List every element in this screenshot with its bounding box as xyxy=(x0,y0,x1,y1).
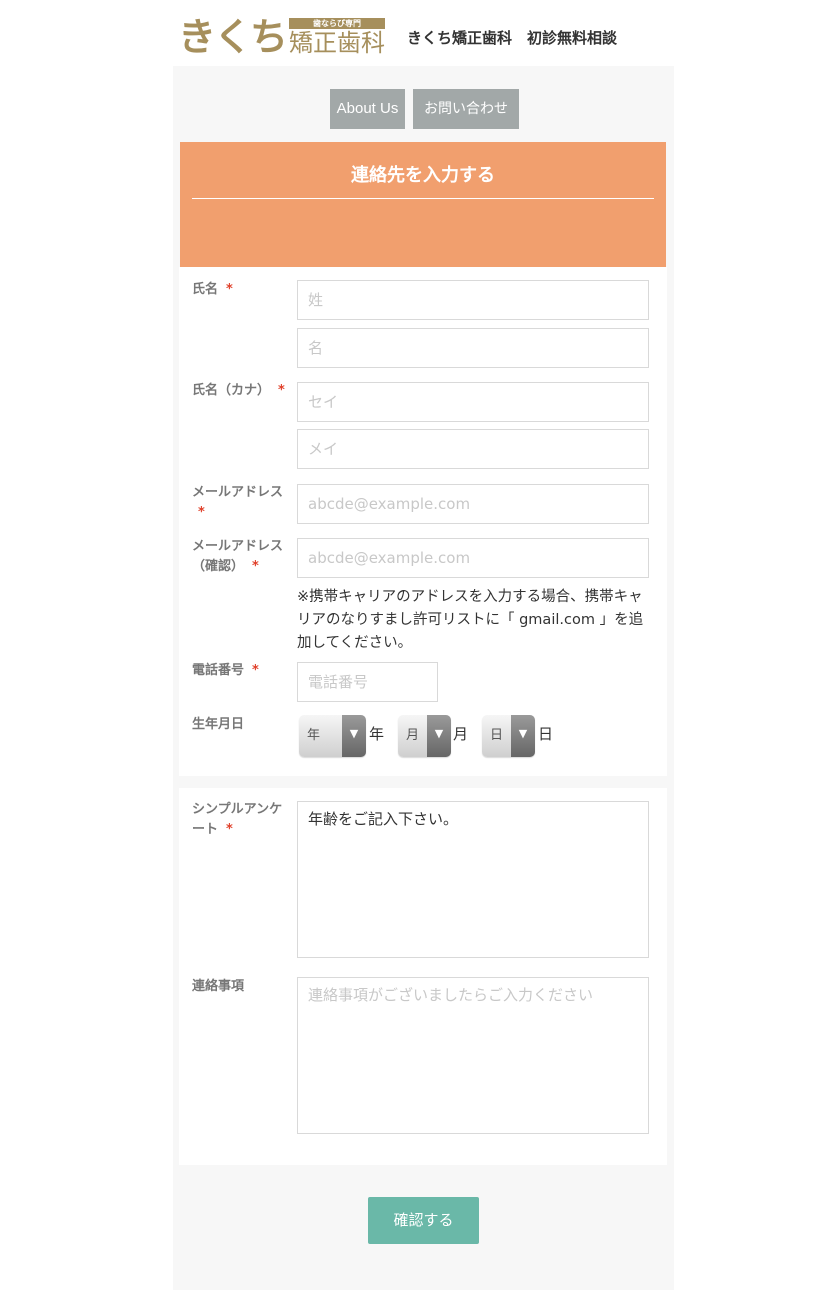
birthday-label: 生年月日 xyxy=(192,717,245,732)
kana-label: 氏名（カナ） * xyxy=(192,381,285,401)
logo-sub-text: 矯正歯科 xyxy=(289,29,385,57)
email-input[interactable]: abcde@example.com xyxy=(297,484,649,524)
about-us-button[interactable]: About Us xyxy=(330,89,405,129)
survey-label: シンプルアンケ ート * xyxy=(192,800,292,840)
required-mark: * xyxy=(252,559,259,574)
birth-month-unit: 月 xyxy=(453,725,469,743)
survey-textarea[interactable]: 年齢をご記入下さい。 xyxy=(297,801,649,958)
name-label-text: 氏名 xyxy=(192,282,219,297)
birth-day-value: 日 xyxy=(490,728,504,743)
logo-main-text: きくち xyxy=(178,15,288,59)
required-mark: * xyxy=(252,663,259,678)
section-banner: 連絡先を入力する xyxy=(180,142,666,267)
birth-month-value: 月 xyxy=(406,728,420,743)
phone-label-text: 電話番号 xyxy=(192,663,245,678)
required-mark: * xyxy=(278,383,285,398)
contact-info-card: 氏名 * 姓 名 氏名（カナ） * セイ メイ メールアドレス * abcde@ex… xyxy=(179,267,667,776)
birth-year-unit: 年 xyxy=(369,725,385,743)
contact-notes-label: 連絡事項 xyxy=(192,979,245,994)
email-confirm-label-text: メールアドレス xyxy=(192,539,284,554)
site-header: きくち 歯ならび専門 矯正歯科 きくち矯正歯科 初診無料相談 xyxy=(0,0,828,66)
form-page: About Us お問い合わせ 連絡先を入力する 氏名 * 姓 名 氏名（カナ） *… xyxy=(173,66,674,1290)
survey-label-text: シンプルアンケ xyxy=(192,802,283,817)
banner-divider xyxy=(192,198,654,199)
last-name-input[interactable]: 姓 xyxy=(297,280,649,320)
logo[interactable]: きくち 歯ならび専門 矯正歯科 xyxy=(178,16,388,58)
email-confirm-label: メールアドレス （確認） * xyxy=(192,537,292,577)
logo-tagline: 歯ならび専門 xyxy=(289,18,385,29)
required-mark: * xyxy=(226,282,233,297)
chevron-down-icon: ▼ xyxy=(342,715,366,757)
birth-day-select[interactable]: 日 ▼ xyxy=(482,715,535,757)
nav-bar: About Us お問い合わせ xyxy=(173,89,674,129)
required-mark: * xyxy=(198,505,205,520)
email-confirm-label-text-2: （確認） xyxy=(192,559,245,574)
email-label: メールアドレス * xyxy=(192,483,292,523)
survey-label-text-2: ート xyxy=(192,822,219,837)
birth-month-select[interactable]: 月 ▼ xyxy=(398,715,451,757)
name-label: 氏名 * xyxy=(192,280,233,300)
first-name-kana-input[interactable]: メイ xyxy=(297,429,649,469)
survey-card: シンプルアンケ ート * 年齢をご記入下さい。 連絡事項 連絡事項がございましたら… xyxy=(179,788,667,1165)
kana-label-text: 氏名（カナ） xyxy=(192,383,271,398)
banner-title: 連絡先を入力する xyxy=(351,165,495,186)
birth-year-value: 年 xyxy=(307,728,321,743)
last-name-kana-input[interactable]: セイ xyxy=(297,382,649,422)
phone-label: 電話番号 * xyxy=(192,661,259,681)
phone-input[interactable]: 電話番号 xyxy=(297,662,438,702)
birth-day-unit: 日 xyxy=(538,725,554,743)
chevron-down-icon: ▼ xyxy=(511,715,535,757)
birth-year-select[interactable]: 年 ▼ xyxy=(299,715,366,757)
email-label-text: メールアドレス xyxy=(192,485,284,500)
email-confirm-input[interactable]: abcde@example.com xyxy=(297,538,649,578)
confirm-button[interactable]: 確認する xyxy=(368,1197,479,1244)
email-note: ※携帯キャリアのアドレスを入力する場合、携帯キャリアのなりすまし許可リストに「 … xyxy=(297,589,644,651)
first-name-input[interactable]: 名 xyxy=(297,328,649,368)
page-title: きくち矯正歯科 初診無料相談 xyxy=(407,29,618,47)
chevron-down-icon: ▼ xyxy=(427,715,451,757)
contact-notes-textarea[interactable]: 連絡事項がございましたらご入力ください xyxy=(297,977,649,1134)
required-mark: * xyxy=(226,822,233,837)
contact-button[interactable]: お問い合わせ xyxy=(413,89,519,129)
